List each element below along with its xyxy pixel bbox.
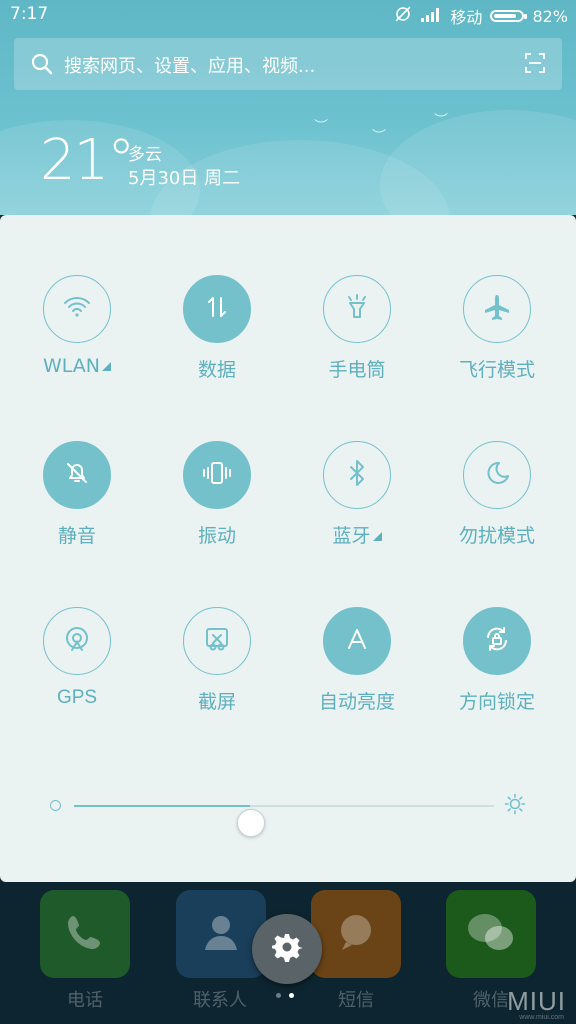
tile-circle [463, 607, 531, 675]
tile-silent[interactable]: 静音 [7, 441, 147, 547]
flashlight-icon [344, 293, 370, 325]
tile-circle [323, 275, 391, 343]
bird-decoration: ︶ [314, 119, 328, 135]
miui-watermark-url: www.miui.com [519, 1014, 564, 1021]
brightness-track[interactable] [74, 805, 494, 837]
brightness-high-icon [504, 793, 526, 819]
search-placeholder: 搜索网页、设置、应用、视频... [64, 56, 316, 77]
tile-circle [43, 275, 111, 343]
tile-label-data: 数据 [197, 359, 236, 381]
brightness-thumb[interactable] [237, 809, 266, 837]
quick-settings-panel: WLAN 数据 手电筒 飞行模式 静音 振动 蓝牙 勿扰模式 GPS 截屏 自动… [0, 215, 576, 882]
app-label-phone: 电话 [67, 990, 103, 1011]
wifi-icon [62, 294, 92, 324]
status-indicators: 移动 82% [394, 4, 568, 28]
settings-button[interactable] [252, 914, 322, 984]
tile-label-dnd: 勿扰模式 [458, 525, 535, 547]
messages-icon [332, 908, 380, 960]
status-bar: 7:17 移动 82% [0, 0, 576, 30]
cloud-decoration [380, 110, 576, 215]
tile-circle [43, 441, 111, 509]
tile-data[interactable]: 数据 [147, 275, 287, 381]
alarm-muted-icon [394, 5, 412, 27]
phone-icon [61, 908, 109, 960]
tile-dnd[interactable]: 勿扰模式 [427, 441, 567, 547]
tile-flashlight[interactable]: 手电筒 [287, 275, 427, 381]
app-contacts[interactable] [176, 890, 266, 978]
tile-label-silent: 静音 [57, 525, 96, 547]
gps-icon [63, 625, 91, 657]
battery-icon [490, 10, 528, 22]
moon-icon [484, 460, 510, 490]
auto-brightness-icon [344, 626, 370, 656]
weather-date: 5月30日 周二 [128, 168, 241, 189]
status-time: 7:17 [10, 4, 49, 24]
page-dot [276, 993, 281, 998]
page-dot-active [289, 993, 294, 998]
tile-label-gps: GPS [56, 687, 98, 708]
airplane-icon [483, 293, 511, 325]
app-phone[interactable] [40, 890, 130, 978]
tile-label-flashlight: 手电筒 [328, 359, 386, 381]
contacts-icon [197, 908, 245, 960]
app-label-contacts: 联系人 [193, 990, 247, 1011]
tile-circle [183, 607, 251, 675]
app-messages[interactable] [311, 890, 401, 978]
wechat-icon [463, 908, 519, 960]
page-indicator [276, 993, 294, 998]
carrier-label: 移动 [450, 8, 483, 27]
rotation-lock-icon [483, 625, 511, 657]
app-wechat[interactable] [446, 890, 536, 978]
tile-circle [463, 441, 531, 509]
tile-label-auto-brightness: 自动亮度 [318, 691, 395, 713]
more-options-indicator [372, 532, 382, 541]
signal-icon [420, 6, 442, 26]
tile-auto-brightness[interactable]: 自动亮度 [287, 607, 427, 713]
tile-circle [43, 607, 111, 675]
tile-screenshot[interactable]: 截屏 [147, 607, 287, 713]
tile-circle [183, 275, 251, 343]
battery-percent: 82% [532, 6, 568, 26]
brightness-low-icon [50, 800, 61, 811]
tile-circle [323, 607, 391, 675]
notification-header: ︶ ︶ ︶ 7:17 移动 82% 搜索网页、设置、应用、视频... 21° 多… [0, 0, 576, 215]
more-options-indicator [102, 362, 112, 371]
tile-wlan[interactable]: WLAN [7, 275, 147, 379]
bell-muted-icon [64, 460, 90, 490]
tile-circle [183, 441, 251, 509]
miui-watermark: MIUI [507, 986, 566, 1016]
bird-decoration: ︶ [434, 113, 448, 129]
tile-label-wlan: WLAN [42, 355, 101, 377]
tile-vibrate[interactable]: 振动 [147, 441, 287, 547]
search-bar[interactable]: 搜索网页、设置、应用、视频... [14, 38, 562, 90]
tile-label-bluetooth: 蓝牙 [332, 525, 371, 547]
app-label-messages: 短信 [338, 990, 374, 1011]
gear-icon [271, 932, 303, 966]
tile-gps[interactable]: GPS [7, 607, 147, 711]
vibrate-icon [202, 460, 232, 490]
weather-condition: 多云 [128, 145, 162, 165]
tile-bluetooth[interactable]: 蓝牙 [287, 441, 427, 547]
brightness-slider[interactable] [46, 788, 532, 837]
temperature: 21° [40, 128, 135, 193]
tile-label-screenshot: 截屏 [197, 691, 236, 713]
tile-label-vibrate: 振动 [197, 525, 236, 547]
bird-decoration: ︶ [372, 129, 386, 145]
bluetooth-icon [346, 459, 368, 491]
search-icon [30, 52, 54, 80]
tile-label-airplane: 飞行模式 [458, 359, 535, 381]
data-arrows-icon [204, 294, 230, 324]
tile-circle [463, 275, 531, 343]
scan-icon[interactable] [524, 52, 546, 78]
tile-airplane[interactable]: 飞行模式 [427, 275, 567, 381]
tile-rotation-lock[interactable]: 方向锁定 [427, 607, 567, 713]
tile-circle [323, 441, 391, 509]
tile-label-rotation-lock: 方向锁定 [458, 691, 535, 713]
screenshot-icon [203, 625, 231, 657]
brightness-fill [74, 805, 251, 807]
